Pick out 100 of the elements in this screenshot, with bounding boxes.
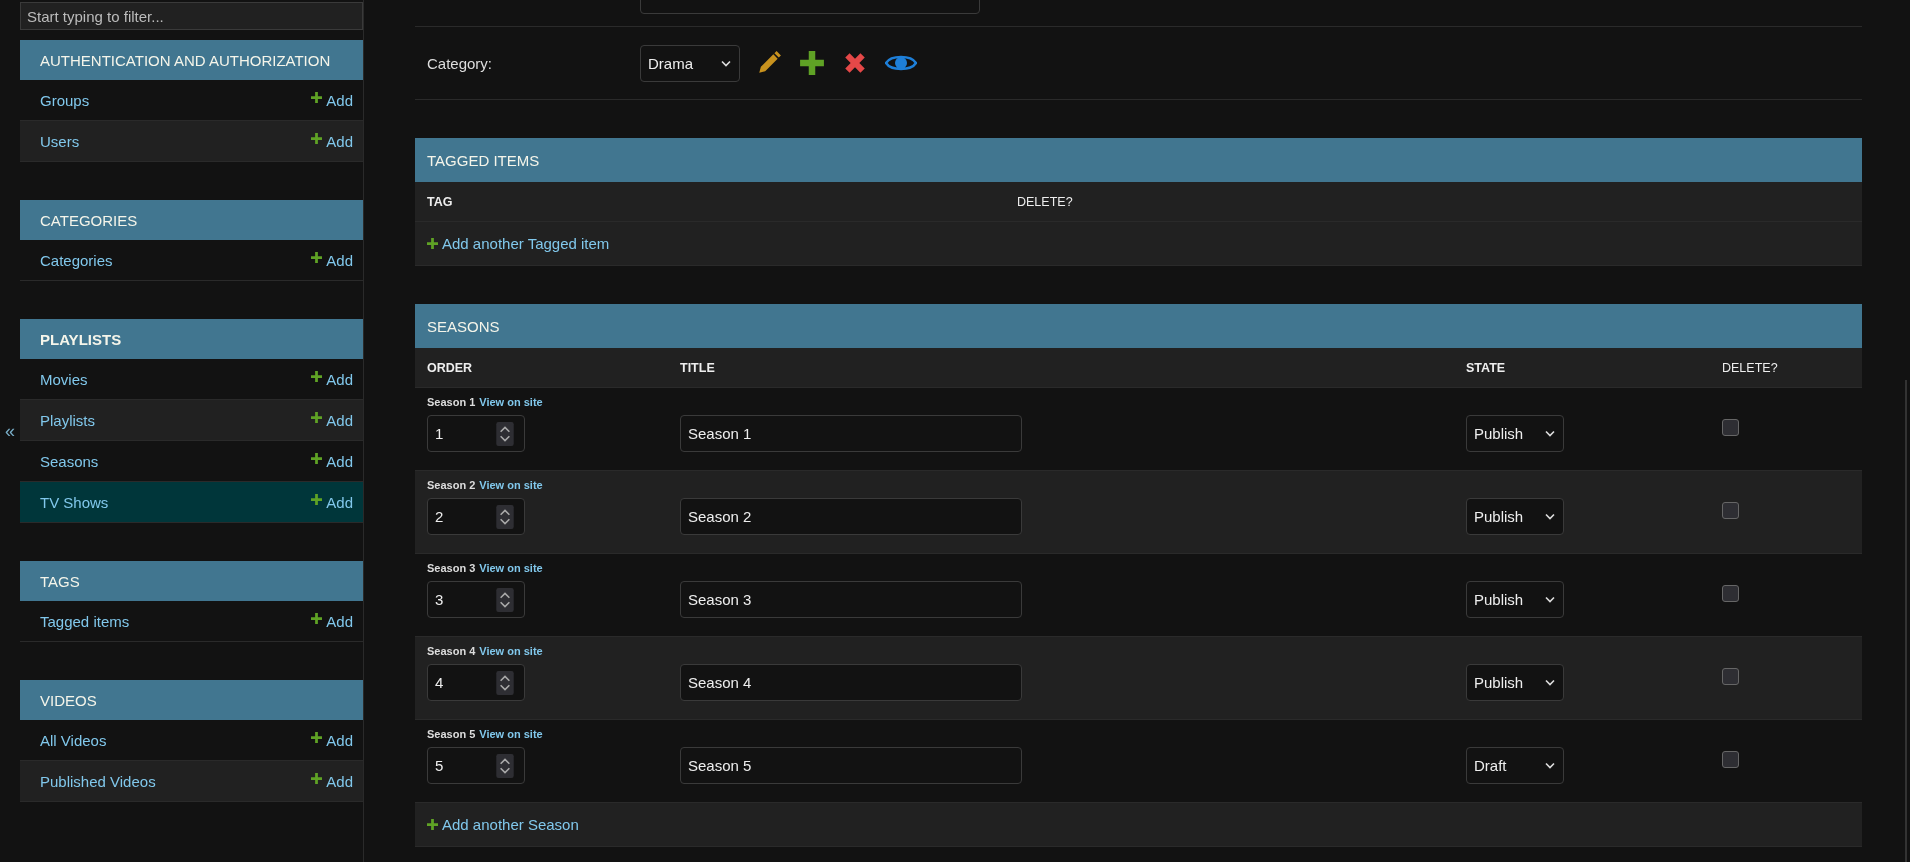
add-link[interactable]: Add — [311, 772, 353, 790]
add-link[interactable]: Add — [311, 132, 353, 150]
delete-checkbox[interactable] — [1722, 502, 1739, 519]
spinner-icon[interactable] — [494, 587, 516, 612]
delete-checkbox[interactable] — [1722, 668, 1739, 685]
title-field[interactable]: Season 3 — [680, 581, 1022, 618]
title-field[interactable]: Season 5 — [680, 747, 1022, 784]
sidebar-collapse-button[interactable]: « — [5, 420, 15, 442]
category-label: Category: — [427, 54, 494, 72]
sidebar-row[interactable]: Published Videos Add — [20, 761, 363, 802]
plus-icon — [427, 819, 438, 830]
spinner-icon[interactable] — [494, 670, 516, 695]
add-link[interactable]: Add — [311, 251, 353, 269]
module-header[interactable]: AUTHENTICATION AND AUTHORIZATION — [20, 40, 363, 80]
order-field[interactable]: 3 — [427, 581, 525, 618]
state-select[interactable]: Publish — [1466, 498, 1564, 535]
filter-field[interactable]: Start typing to filter... — [20, 2, 363, 30]
view-on-site-link[interactable]: View on site — [479, 562, 543, 574]
add-link[interactable]: Add — [311, 493, 353, 511]
column-header: DELETE? — [1721, 360, 1779, 375]
add-link[interactable]: Add — [311, 370, 353, 388]
column-header: TITLE — [679, 360, 716, 375]
column-header: DELETE? — [1016, 194, 1074, 209]
model-link[interactable]: Users — [40, 132, 80, 150]
sidebar-row[interactable]: Users Add — [20, 121, 363, 162]
state-select[interactable]: Publish — [1466, 581, 1564, 618]
plus-icon — [311, 370, 323, 382]
chevron-down-icon[interactable] — [1545, 679, 1555, 686]
chevron-down-icon[interactable] — [721, 59, 731, 67]
title-field[interactable]: Season 4 — [680, 664, 1022, 701]
plus-icon — [311, 411, 323, 423]
state-select[interactable]: Draft — [1466, 747, 1564, 784]
sidebar-row[interactable]: TV Shows Add — [20, 482, 363, 523]
model-link[interactable]: All Videos — [40, 731, 107, 749]
model-link[interactable]: Seasons — [40, 452, 99, 470]
add-link[interactable]: Add — [311, 612, 353, 630]
order-field[interactable]: 2 — [427, 498, 525, 535]
add-icon[interactable] — [799, 50, 825, 76]
view-on-site-link[interactable]: View on site — [479, 728, 543, 740]
view-on-site-link[interactable]: View on site — [479, 396, 543, 408]
delete-checkbox[interactable] — [1722, 585, 1739, 602]
plus-icon — [311, 452, 323, 464]
chevron-down-icon[interactable] — [1545, 513, 1555, 520]
model-link[interactable]: Tagged items — [40, 612, 130, 630]
plus-icon — [427, 238, 438, 249]
title-field[interactable]: Season 2 — [680, 498, 1022, 535]
delete-checkbox[interactable] — [1722, 419, 1739, 436]
add-link[interactable]: Add — [311, 731, 353, 749]
column-header: STATE — [1465, 360, 1507, 375]
model-link[interactable]: Groups — [40, 91, 90, 109]
season-name: Season 5 — [427, 728, 476, 740]
inline-header: TAGGED ITEMS — [415, 138, 1862, 182]
plus-icon — [311, 772, 323, 784]
add-link[interactable]: Add — [311, 411, 353, 429]
state-select[interactable]: Publish — [1466, 415, 1564, 452]
model-link[interactable]: Movies — [40, 370, 88, 388]
order-field[interactable]: 4 — [427, 664, 525, 701]
plus-icon — [311, 612, 323, 624]
title-field[interactable]: Season 1 — [680, 415, 1022, 452]
add-link[interactable]: Add — [311, 452, 353, 470]
season-name: Season 4 — [427, 645, 476, 657]
plus-icon — [311, 91, 323, 103]
model-link[interactable]: Categories — [40, 251, 113, 269]
plus-icon — [311, 731, 323, 743]
add-another-link[interactable]: Add another Season — [427, 816, 579, 833]
delete-checkbox[interactable] — [1722, 751, 1739, 768]
model-link[interactable]: TV Shows — [40, 493, 109, 511]
plus-icon — [311, 132, 323, 144]
state-select[interactable]: Publish — [1466, 664, 1564, 701]
delete-icon[interactable] — [842, 50, 868, 76]
plus-icon — [311, 493, 323, 505]
column-header: TAG — [426, 194, 454, 209]
chevron-down-icon[interactable] — [1545, 430, 1555, 437]
model-link[interactable]: Published Videos — [40, 772, 156, 790]
category-select[interactable]: Drama — [640, 44, 740, 82]
module-header[interactable]: VIDEOS — [20, 680, 363, 720]
plus-icon — [311, 251, 323, 263]
inline-header: SEASONS — [415, 304, 1862, 348]
module-header[interactable]: PLAYLISTS — [20, 319, 363, 359]
add-another-link[interactable]: Add another Tagged item — [427, 235, 610, 252]
model-link[interactable]: Playlists — [40, 411, 95, 429]
spinner-icon[interactable] — [494, 753, 516, 778]
column-header: ORDER — [426, 360, 474, 375]
view-on-site-link[interactable]: View on site — [479, 479, 543, 491]
module-header[interactable]: CATEGORIES — [20, 200, 363, 240]
view-on-site-link[interactable]: View on site — [479, 645, 543, 657]
spinner-icon[interactable] — [494, 504, 516, 529]
chevron-down-icon[interactable] — [1545, 596, 1555, 603]
scrollbar[interactable] — [1905, 380, 1907, 862]
season-name: Season 3 — [427, 562, 476, 574]
chevron-down-icon[interactable] — [1545, 762, 1555, 769]
season-name: Season 1 — [427, 396, 476, 408]
spinner-icon[interactable] — [494, 421, 516, 446]
add-link[interactable]: Add — [311, 91, 353, 109]
module-header[interactable]: TAGS — [20, 561, 363, 601]
sidebar-row[interactable]: Playlists Add — [20, 400, 363, 441]
season-name: Season 2 — [427, 479, 476, 491]
order-field[interactable]: 5 — [427, 747, 525, 784]
order-field[interactable]: 1 — [427, 415, 525, 452]
pencil-icon[interactable] — [756, 50, 782, 76]
